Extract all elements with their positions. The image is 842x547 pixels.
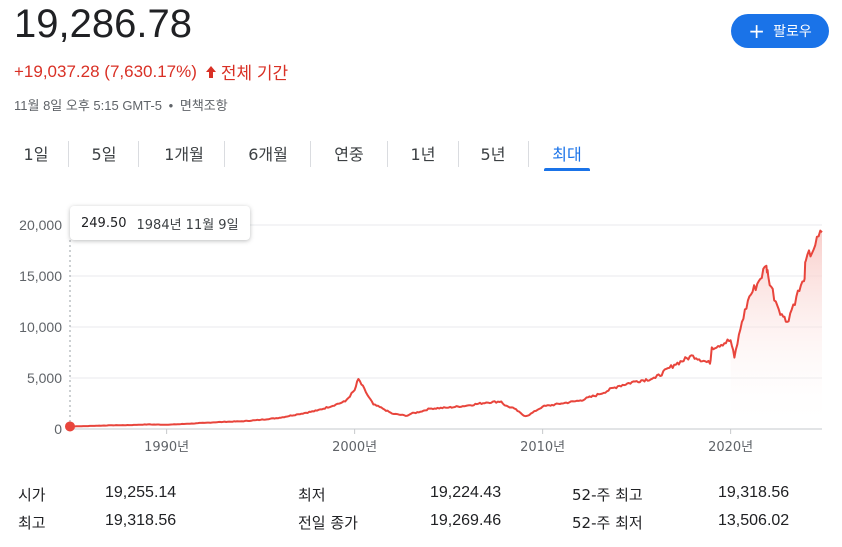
- price-change: +19,037.28 (7,630.17%) 전체 기간: [14, 59, 288, 84]
- tab-divider: [68, 141, 69, 167]
- stat-value-52w-low: 13,506.02: [718, 512, 790, 529]
- tooltip-value: 249.50: [81, 215, 127, 231]
- y-tick-label: 20,000: [19, 217, 62, 233]
- stat-label-52w-high: 52-주 최고: [572, 486, 643, 504]
- x-tick-label: 2020년: [708, 440, 753, 455]
- stat-label-52w-low: 52-주 최저: [572, 514, 643, 532]
- tab-5d[interactable]: 5일: [86, 135, 122, 171]
- tab-max[interactable]: 최대: [544, 135, 590, 171]
- tooltip-date: 1984년 11월 9일: [136, 217, 239, 233]
- tab-divider: [528, 141, 529, 167]
- x-tick-label: 1990년: [144, 440, 189, 455]
- x-axis-ticks: 1990년 2000년 2010년 2020년: [144, 429, 753, 455]
- stat-label-low: 최저: [298, 486, 326, 504]
- current-price: 19,286.78: [14, 2, 192, 46]
- tab-5y[interactable]: 5년: [475, 135, 511, 171]
- stat-label-high: 최고: [18, 514, 46, 532]
- tab-6m[interactable]: 6개월: [240, 135, 296, 171]
- tab-divider: [458, 141, 459, 167]
- y-tick-label: 5,000: [27, 370, 62, 386]
- active-tab-indicator: [544, 168, 590, 171]
- change-value: +19,037.28 (7,630.17%): [14, 61, 197, 81]
- tab-divider: [387, 141, 388, 167]
- change-period: 전체 기간: [220, 64, 289, 83]
- stat-value-52w-high: 19,318.56: [718, 484, 790, 501]
- stat-label-open: 시가: [18, 486, 46, 504]
- tab-1m[interactable]: 1개월: [156, 135, 212, 171]
- hover-point: [65, 421, 75, 432]
- plus-icon: +: [748, 19, 766, 43]
- price-area: [730, 230, 822, 429]
- x-tick-label: 2000년: [332, 440, 377, 455]
- tab-1y[interactable]: 1년: [405, 135, 441, 171]
- tab-divider: [138, 141, 139, 167]
- meta-separator: •: [168, 98, 174, 113]
- tab-1d[interactable]: 1일: [18, 135, 54, 171]
- arrow-up-icon: [203, 64, 219, 80]
- quote-meta: 11월 8일 오후 5:15 GMT-5 • 면책조항: [14, 95, 228, 114]
- stat-value-open: 19,255.14: [105, 484, 177, 501]
- disclaimer-link[interactable]: 면책조항: [180, 98, 228, 113]
- chart-tooltip: 249.50 1984년 11월 9일: [70, 206, 250, 240]
- y-tick-label: 10,000: [19, 319, 62, 335]
- stat-value-low: 19,224.43: [430, 484, 502, 501]
- timestamp: 11월 8일 오후 5:15 GMT-5: [14, 98, 163, 113]
- follow-button[interactable]: + 팔로우: [731, 14, 829, 48]
- y-tick-label: 15,000: [19, 268, 62, 284]
- stats-table: 시가 19,255.14 최저 19,224.43 52-주 최고 19,318…: [0, 480, 842, 540]
- grid-lines: [70, 224, 822, 430]
- stat-value-prev-close: 19,269.46: [430, 512, 502, 529]
- x-tick-label: 2010년: [520, 440, 565, 455]
- y-tick-label: 0: [54, 421, 62, 437]
- stat-label-prev-close: 전일 종가: [298, 514, 358, 532]
- y-axis-ticks: 0 5,000 10,000 15,000 20,000: [19, 217, 62, 437]
- price-line: [70, 229, 823, 428]
- stat-value-high: 19,318.56: [105, 512, 177, 529]
- follow-button-label: 팔로우: [773, 24, 812, 40]
- tab-divider: [224, 141, 225, 167]
- tab-divider: [310, 141, 311, 167]
- tab-ytd[interactable]: 연중: [326, 135, 372, 171]
